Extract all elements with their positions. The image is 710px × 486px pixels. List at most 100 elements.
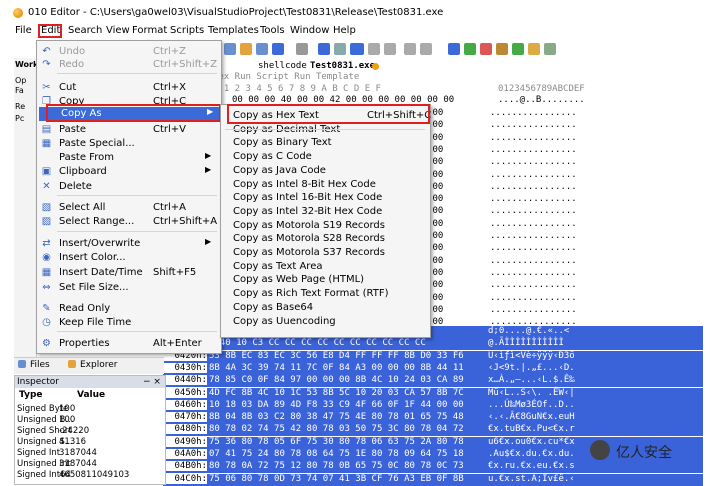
menu-item-delete[interactable]: ✕ Delete [37,180,221,194]
menu-view[interactable]: View [106,25,130,36]
menu-item-undo[interactable]: ↶ Undo Ctrl+Z [37,45,221,59]
compare-icon[interactable] [464,43,476,55]
table-row[interactable]: 0460h: 10 18 03 DA 89 4D F8 33 C9 4F 66 0… [163,399,703,412]
tab-explorer[interactable]: Explorer [80,360,117,370]
search-icon[interactable] [224,43,236,55]
menu-templates[interactable]: Templates [208,25,259,36]
table-row[interactable]: 0440h: 78 85 C0 0F 84 97 00 00 00 8B 4C 1… [163,375,703,388]
submenu-item-copy-as-motorola-s28-records[interactable]: Copy as Motorola S28 Records [233,233,385,244]
menu-item-paste-from[interactable]: Paste From ▶ [37,151,221,165]
tab-files[interactable]: Files [30,360,50,370]
workspace-item[interactable]: Fa [15,86,24,95]
save-icon[interactable] [448,43,460,55]
table-row[interactable]: 0470h: 8B 04 8B 03 C2 80 38 47 75 4E 80 7… [163,412,703,425]
workspace-item[interactable]: Re [15,102,25,111]
menu-item-insert-overwrite[interactable]: ⇄ Insert/Overwrite ▶ [37,237,221,251]
inspector-row[interactable]: Signed Int64 4650811049103 [17,470,129,480]
table-row[interactable]: 0480h: 80 78 02 74 75 42 80 78 03 50 75 3… [163,424,703,437]
table-icon[interactable] [420,43,432,55]
menu-item-insert-date-time[interactable]: ▦ Insert Date/Time Shift+F5 [37,266,221,280]
grid-icon[interactable] [404,43,416,55]
hex-bytes[interactable]: 75 36 80 78 05 6F 75 30 80 78 06 63 75 2… [209,437,464,447]
menu-item-select-all[interactable]: ▧ Select All Ctrl+A [37,201,221,215]
menu-item-properties[interactable]: ⚙ Properties Alt+Enter [37,337,221,351]
tab-shellcode[interactable]: shellcode [258,61,307,72]
hex-bytes[interactable]: 80 78 0A 72 75 12 80 78 0B 65 75 0C 80 7… [209,461,464,471]
inspector-row[interactable]: Unsigned S... 41316 [17,437,86,447]
find-icon[interactable] [240,43,252,55]
hex-bytes[interactable]: 10 18 03 DA 89 4D F8 33 C9 4F 66 0F 1F 4… [209,400,464,410]
hex-bytes[interactable]: 75 06 80 78 0D 73 74 07 41 3B CF 76 A3 E… [209,474,464,484]
menu-item-keep-file-time[interactable]: ◷ Keep File Time [37,316,221,330]
hex-icon[interactable] [350,43,364,55]
template-icon[interactable] [496,43,508,55]
workspace-item[interactable]: Op [15,76,26,85]
tab-test0831[interactable]: Test0831.exe [310,61,375,72]
submenu-item-copy-as-motorola-s19-records[interactable]: Copy as Motorola S19 Records [233,220,385,231]
column-icon[interactable] [368,43,380,55]
paragraph-icon[interactable] [384,43,396,55]
menu-item-set-file-size[interactable]: ⇔ Set File Size... [37,281,221,295]
workspace-item[interactable]: Pc [15,114,24,123]
tool-icon[interactable] [334,43,346,55]
menu-item-cut[interactable]: ✂ Cut Ctrl+X [37,81,221,95]
hex-bytes[interactable]: 8B 04 8B 03 C2 80 38 47 75 4E 80 78 01 6… [209,412,464,422]
table-row[interactable]: 0430h: 8B 4A 3C 39 74 11 7C 0F 84 A3 00 0… [163,362,703,375]
submenu-item-copy-as-intel-32-bit-hex-code[interactable]: Copy as Intel 32-Bit Hex Code [233,206,382,217]
submenu-item-copy-as-base64[interactable]: Copy as Base64 [233,302,313,313]
menu-item-redo[interactable]: ↷ Redo Ctrl+Shift+Z [37,58,221,72]
text-icon[interactable] [318,43,330,55]
print-icon[interactable] [296,43,308,55]
menu-item-clipboard[interactable]: ▣ Clipboard ▶ [37,165,221,179]
ascii-text: ................ [490,120,577,131]
settings-icon[interactable] [528,43,540,55]
menu-item-paste[interactable]: ▤ Paste Ctrl+V [37,123,221,137]
menu-item-select-range[interactable]: ▨ Select Range... Ctrl+Shift+A [37,215,221,229]
menu-scripts[interactable]: Scripts [170,25,204,36]
table-row[interactable]: 0450h: 4D FC 8B 4C 10 1C 53 8B 5C 10 20 0… [163,387,703,400]
ascii-text: ‹.‹.Â€8GuN€x.euH [488,412,575,423]
submenu-item-copy-as-java-code[interactable]: Copy as Java Code [233,165,326,176]
arrow-right-icon[interactable] [272,43,284,55]
hex-bytes[interactable]: 53 8B EC 83 EC 3C 56 E8 D4 FF FF FF 8B D… [209,351,464,361]
submenu-item-copy-as-uuencoding[interactable]: Copy as Uuencoding [233,316,336,327]
script-icon[interactable] [480,43,492,55]
menu-search[interactable]: Search [68,25,102,36]
hex-bytes[interactable]: 78 85 C0 0F 84 97 00 00 00 8B 4C 10 24 0… [209,375,464,385]
submenu-item-copy-as-motorola-s37-records[interactable]: Copy as Motorola S37 Records [233,247,385,258]
submenu-item-copy-as-intel-8-bit-hex-code[interactable]: Copy as Intel 8-Bit Hex Code [233,179,376,190]
hex-bytes[interactable]: 8B 4A 3C 39 74 11 7C 0F 84 A3 00 00 00 8… [209,363,464,373]
hex-bytes[interactable]: 8 40 10 C3 CC CC CC CC CC CC CC CC CC CC [209,338,426,348]
inspector-row[interactable]: Signed Byte 100 [17,404,75,414]
menu-item-read-only[interactable]: ✎ Read Only [37,302,221,316]
menu-format[interactable]: Format [132,25,167,36]
menu-item-insert-color[interactable]: ◉ Insert Color... [37,251,221,265]
menu-item-paste-special[interactable]: ▦ Paste Special... [37,137,221,151]
hex-bytes[interactable]: 07 41 75 24 80 78 08 64 75 1E 80 78 09 6… [209,449,464,459]
table-row[interactable]: 04C0h: 75 06 80 78 0D 73 74 07 41 3B CF 7… [163,473,703,486]
table-row[interactable]: 0420h: 53 8B EC 83 EC 3C 56 E8 D4 FF FF F… [163,350,703,363]
submenu-item-copy-as-binary-text[interactable]: Copy as Binary Text [233,137,332,148]
inspector-row[interactable]: Signed Short -24220 [17,426,89,436]
menu-item-label: Keep File Time [59,317,132,328]
chart-icon[interactable] [512,43,524,55]
col-type: Type [19,390,43,400]
plugin-icon[interactable] [544,43,556,55]
menu-file[interactable]: File [15,25,32,36]
submenu-item-copy-as-text-area[interactable]: Copy as Text Area [233,261,322,272]
menu-tools[interactable]: Tools [260,25,285,36]
submenu-item-copy-as-rich-text-format-rtf-[interactable]: Copy as Rich Text Format (RTF) [233,288,389,299]
menu-help[interactable]: Help [333,25,356,36]
inspector-row[interactable]: Unsigned Int 3187044 [17,459,97,469]
hex-bytes[interactable]: 80 78 02 74 75 42 80 78 03 50 75 3C 80 7… [209,424,464,434]
inspector-row[interactable]: Unsigned B... 100 [17,415,75,425]
menu-window[interactable]: Window [290,25,329,36]
submenu-item-copy-as-web-page-html-[interactable]: Copy as Web Page (HTML) [233,274,364,285]
goto-icon[interactable] [256,43,268,55]
table-row[interactable]: 8 40 10 C3 CC CC CC CC CC CC CC CC CC CC… [163,338,703,351]
pin-close-icon[interactable]: − × [143,377,161,387]
submenu-item-copy-as-intel-16-bit-hex-code[interactable]: Copy as Intel 16-Bit Hex Code [233,192,382,203]
submenu-item-copy-as-c-code[interactable]: Copy as C Code [233,151,312,162]
inspector-row[interactable]: Signed Int 3187044 [17,448,97,458]
hex-bytes[interactable]: 4D FC 8B 4C 10 1C 53 8B 5C 10 20 03 CA 5… [209,388,464,398]
